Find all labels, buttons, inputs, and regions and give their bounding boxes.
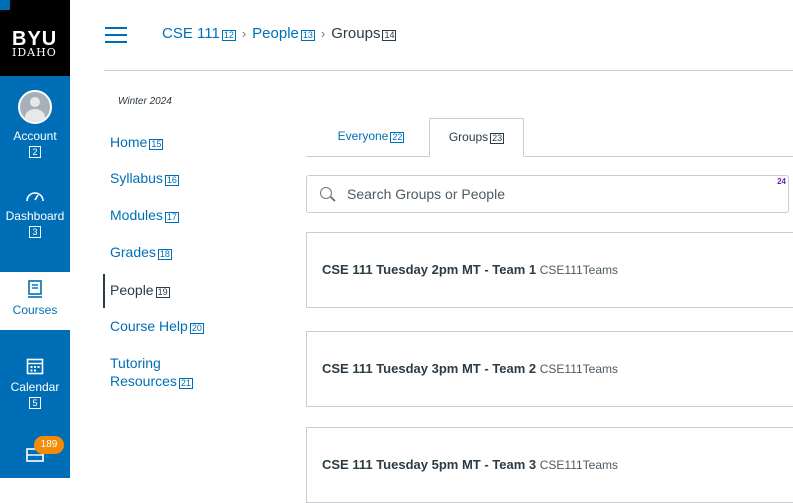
logo-line2: IDAHO xyxy=(12,46,57,59)
group-row[interactable]: CSE 111 Tuesday 2pm MT - Team 1 CSE111Te… xyxy=(306,232,793,308)
group-name: CSE 111 Tuesday 3pm MT - Team 2 CSE111Te… xyxy=(322,361,618,376)
search-box: 24 xyxy=(306,175,789,213)
group-row[interactable]: CSE 111 Tuesday 3pm MT - Team 2 CSE111Te… xyxy=(306,331,793,407)
calendar-label: Calendar xyxy=(10,380,60,394)
breadcrumb-people-tag: 13 xyxy=(300,30,315,41)
breadcrumb-groups-tag: 14 xyxy=(382,30,397,41)
group-row[interactable]: CSE 111 Tuesday 5pm MT - Team 3 CSE111Te… xyxy=(306,427,793,503)
course-nav-people[interactable]: People 19 xyxy=(110,282,170,298)
header-divider xyxy=(104,70,793,71)
search-icon xyxy=(320,187,332,199)
course-nav-grades[interactable]: Grades 18 xyxy=(110,244,172,260)
course-nav-course-help[interactable]: Course Help 20 xyxy=(110,318,204,334)
group-set: CSE111Teams xyxy=(539,263,618,277)
people-tabs: Everyone 22 Groups 23 xyxy=(306,118,793,157)
term-label: Winter 2024 xyxy=(118,96,172,107)
avatar-icon xyxy=(18,90,52,124)
tab-groups-tag: 23 xyxy=(490,133,505,144)
search-input[interactable] xyxy=(345,184,749,204)
active-nav-indicator xyxy=(103,274,105,308)
inbox-unread-badge: 189 xyxy=(34,436,64,454)
breadcrumb: CSE 111 12 › People 13 › Groups 14 xyxy=(162,25,397,42)
breadcrumb-people[interactable]: People 13 xyxy=(252,25,315,42)
breadcrumb-course[interactable]: CSE 111 12 xyxy=(162,25,236,42)
course-nav-tutoring-resources[interactable]: Tutoring Resources 21 xyxy=(110,354,193,390)
global-nav-dashboard[interactable]: Dashboard 3 xyxy=(0,188,70,238)
byu-idaho-logo[interactable]: BYU IDAHO xyxy=(0,0,70,76)
group-name: CSE 111 Tuesday 2pm MT - Team 1 CSE111Te… xyxy=(322,262,618,277)
breadcrumb-groups: Groups 14 xyxy=(331,25,397,42)
breadcrumb-course-tag: 12 xyxy=(221,30,236,41)
search-tag: 24 xyxy=(777,177,786,186)
account-tag: 2 xyxy=(29,146,41,158)
course-nav-home[interactable]: Home 15 xyxy=(110,134,164,150)
global-nav-account[interactable]: Account 2 xyxy=(0,90,70,158)
hamburger-menu-icon[interactable] xyxy=(105,27,127,43)
top-bar: CSE 111 12 › People 13 › Groups 14 xyxy=(70,0,793,70)
tab-everyone[interactable]: Everyone 22 xyxy=(322,118,420,155)
logo-corner-mark xyxy=(0,0,10,10)
course-nav-syllabus[interactable]: Syllabus 16 xyxy=(110,170,179,186)
tab-everyone-tag: 22 xyxy=(390,132,405,143)
group-name: CSE 111 Tuesday 5pm MT - Team 3 CSE111Te… xyxy=(322,457,618,472)
account-label: Account xyxy=(13,129,57,143)
course-nav-modules[interactable]: Modules 17 xyxy=(110,207,179,223)
calendar-icon xyxy=(26,358,44,375)
global-nav-calendar[interactable]: Calendar 5 xyxy=(0,357,70,409)
group-set: CSE111Teams xyxy=(539,458,618,472)
dashboard-icon xyxy=(26,192,44,202)
courses-label: Courses xyxy=(12,303,58,317)
calendar-tag: 5 xyxy=(29,397,41,409)
chevron-right-icon: › xyxy=(320,26,326,41)
dashboard-label: Dashboard xyxy=(5,209,65,223)
tab-groups[interactable]: Groups 23 xyxy=(429,118,524,157)
group-set: CSE111Teams xyxy=(539,362,618,376)
dashboard-tag: 3 xyxy=(29,226,41,238)
global-nav-courses[interactable]: Courses xyxy=(0,272,70,330)
global-nav: BYU IDAHO Account 2 Dashboard 3 Courses xyxy=(0,0,70,478)
courses-icon xyxy=(28,280,42,298)
chevron-right-icon: › xyxy=(241,26,247,41)
